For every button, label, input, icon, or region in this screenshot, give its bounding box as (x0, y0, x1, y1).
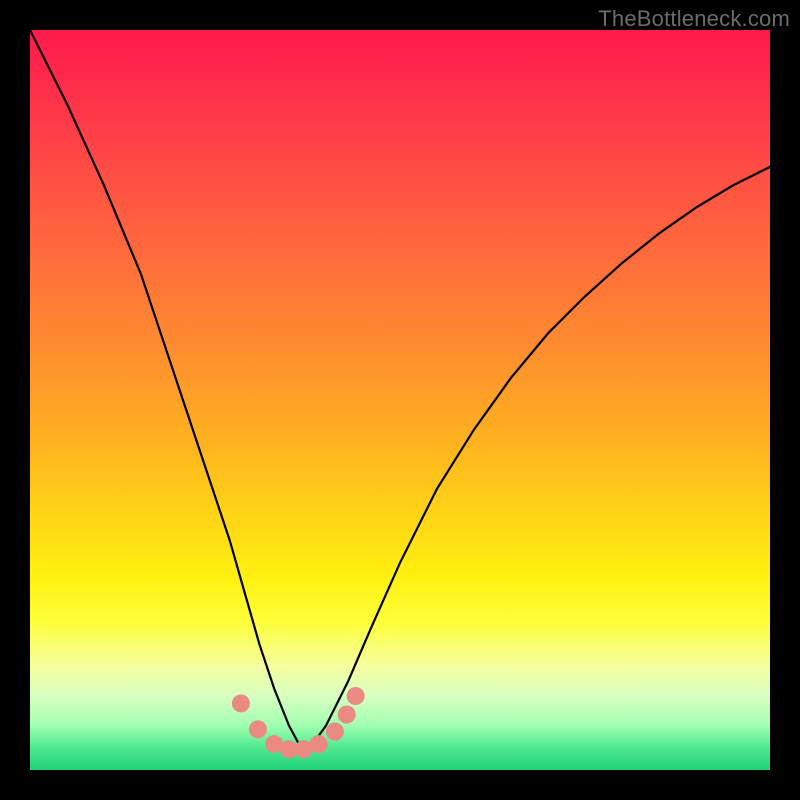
chart-frame: TheBottleneck.com (0, 0, 800, 800)
curve-marker (249, 720, 267, 738)
curve-layer (30, 30, 770, 770)
curve-marker (347, 687, 365, 705)
marker-group (232, 687, 365, 758)
plot-area (30, 30, 770, 770)
curve-marker (338, 706, 356, 724)
curve-marker (310, 735, 328, 753)
bottleneck-curve (30, 30, 770, 746)
watermark-text: TheBottleneck.com (598, 6, 790, 32)
curve-marker (232, 694, 250, 712)
curve-marker (326, 723, 344, 741)
